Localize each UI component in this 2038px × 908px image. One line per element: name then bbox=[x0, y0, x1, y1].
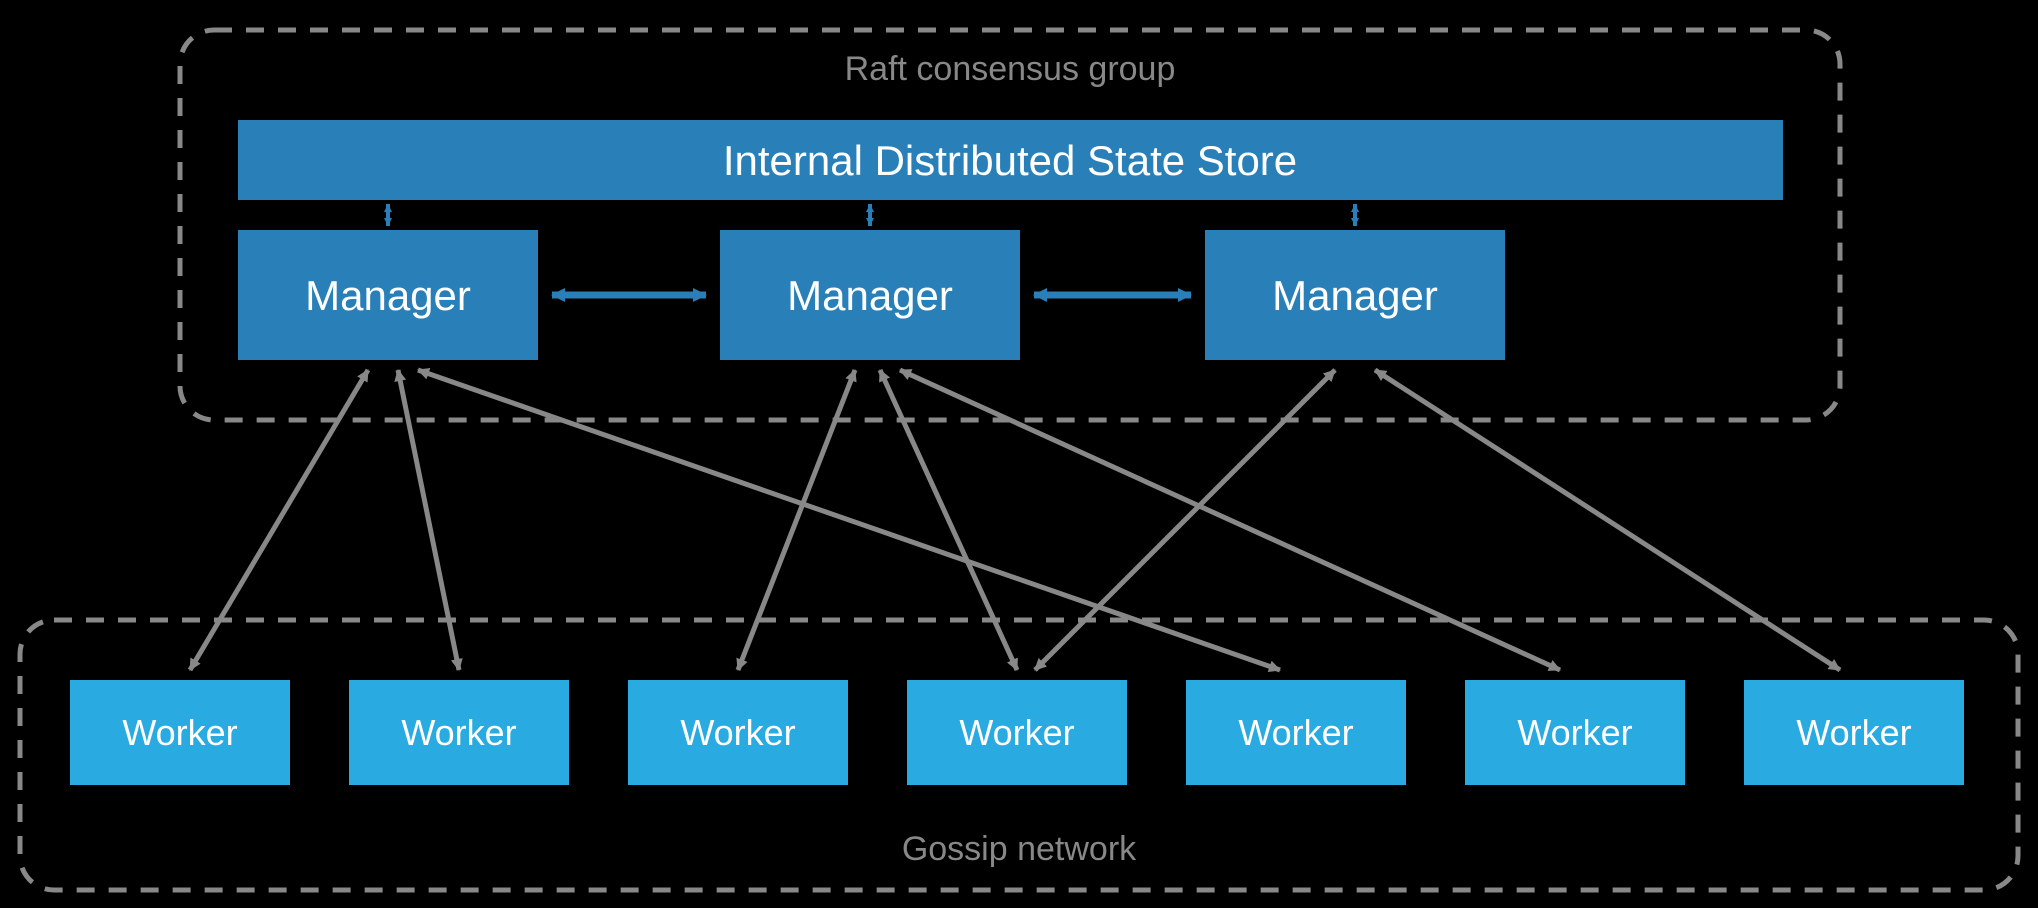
link-m3-w7 bbox=[1375, 370, 1840, 670]
worker-label-7: Worker bbox=[1796, 712, 1911, 753]
link-m2-w3 bbox=[738, 370, 855, 670]
link-m1-w1 bbox=[190, 370, 368, 670]
gossip-group-label: Gossip network bbox=[902, 830, 1137, 868]
manager-label-1: Manager bbox=[305, 272, 471, 319]
manager-label-2: Manager bbox=[787, 272, 953, 319]
worker-label-4: Worker bbox=[959, 712, 1074, 753]
link-m1-w2 bbox=[398, 370, 459, 670]
worker-label-5: Worker bbox=[1238, 712, 1353, 753]
worker-label-1: Worker bbox=[122, 712, 237, 753]
raft-group bbox=[180, 30, 1840, 420]
manager-label-3: Manager bbox=[1272, 272, 1438, 319]
worker-label-6: Worker bbox=[1517, 712, 1632, 753]
raft-group-label: Raft consensus group bbox=[845, 50, 1176, 88]
link-m1-w5 bbox=[418, 370, 1280, 670]
state-store-label: Internal Distributed State Store bbox=[723, 137, 1297, 184]
link-m3-w4 bbox=[1035, 370, 1335, 670]
worker-label-2: Worker bbox=[401, 712, 516, 753]
worker-label-3: Worker bbox=[680, 712, 795, 753]
